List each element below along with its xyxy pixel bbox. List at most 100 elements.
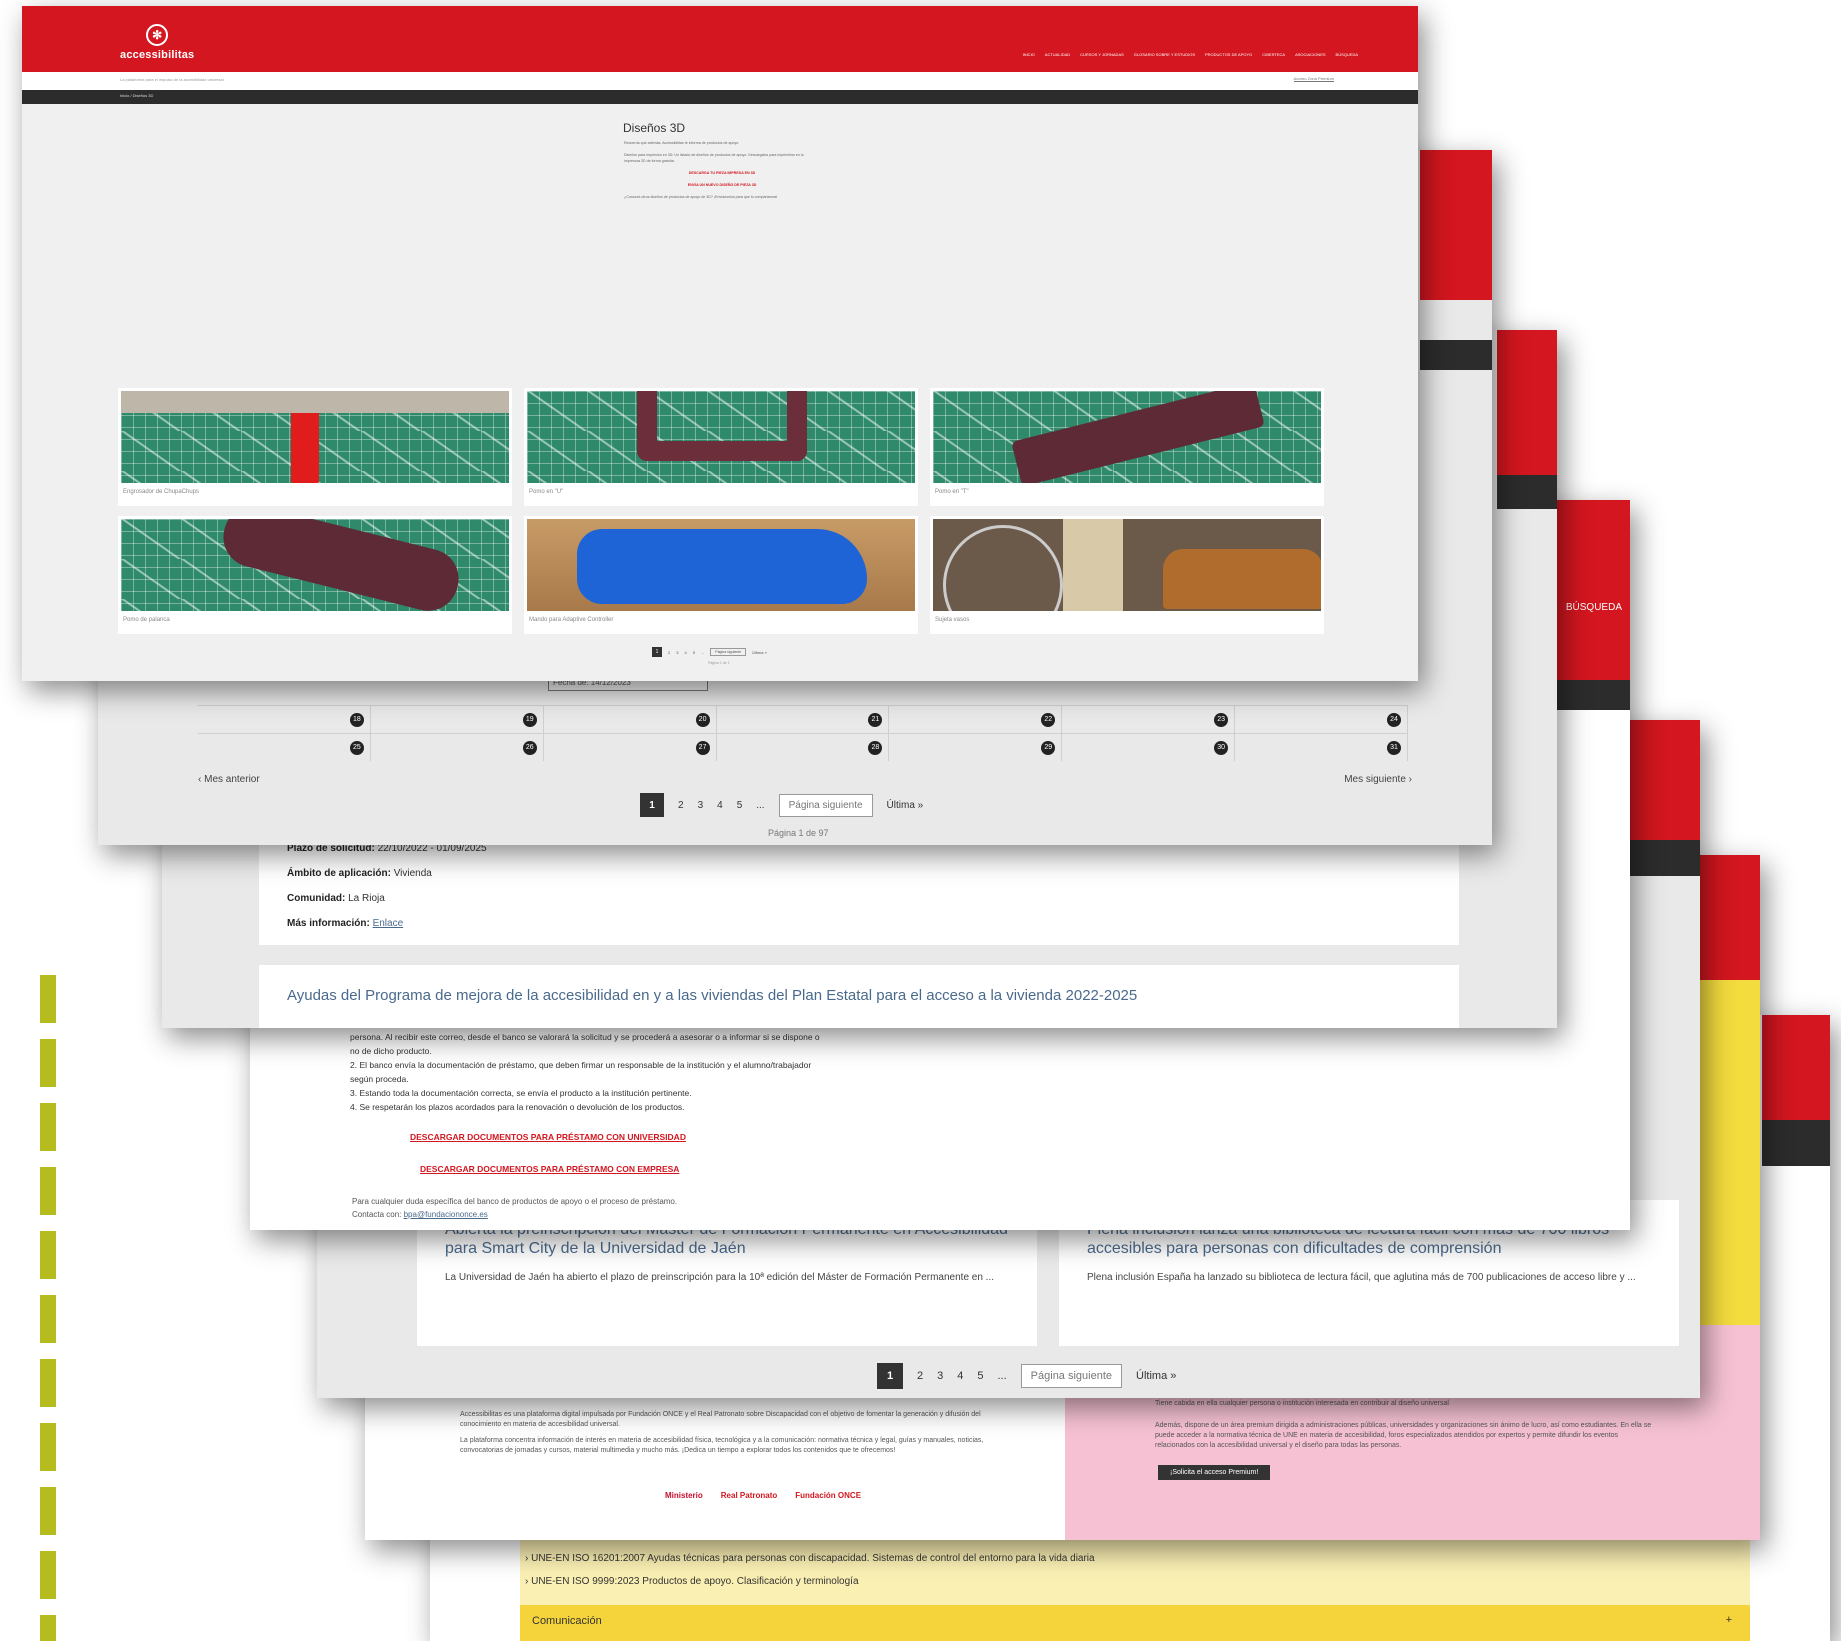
page-link[interactable]: 3 xyxy=(676,650,678,655)
nav-item[interactable]: Glosario sobre y estudios xyxy=(1134,52,1195,57)
premium-request-button[interactable]: ¡Solicita el acceso Premium! xyxy=(1158,1465,1271,1480)
nav-item[interactable]: Cursos y jornadas xyxy=(1080,52,1124,57)
page-link[interactable]: 5 xyxy=(693,650,695,655)
norm-item[interactable]: › UNE-EN ISO 16201:2007 Ayudas técnicas … xyxy=(525,1553,1095,1564)
search-link[interactable]: BÚSQUEDA xyxy=(1566,602,1622,613)
product-card[interactable]: Mando para Adaptive Controller xyxy=(524,516,918,634)
product-caption: Pomo de palanca xyxy=(123,617,170,623)
day-number[interactable]: 30 xyxy=(1214,740,1229,755)
product-photo xyxy=(933,391,1321,483)
page-link[interactable]: 5 xyxy=(977,1370,983,1382)
page-link[interactable]: 4 xyxy=(684,650,686,655)
nav-item-active[interactable]: Productos de apoyo xyxy=(1205,52,1252,57)
nav-item[interactable]: Búsqueda xyxy=(1336,52,1358,57)
page-link[interactable]: 4 xyxy=(957,1370,963,1382)
previous-month-link[interactable]: ‹ Mes anterior xyxy=(198,774,260,785)
contact-label: Contacta con: xyxy=(352,1210,402,1219)
last-page-link[interactable]: Última » xyxy=(752,650,767,655)
page-ellipsis: ... xyxy=(756,799,765,811)
next-month-link[interactable]: Mes siguiente › xyxy=(1344,774,1412,785)
logo-real-patronato: Real Patronato xyxy=(720,1490,778,1500)
page-link[interactable]: 2 xyxy=(668,650,670,655)
product-card[interactable]: Pomo de palanca xyxy=(118,516,512,634)
field-label: Ámbito de aplicación: xyxy=(287,868,391,879)
pagination: 1 2 3 4 5 ... Página siguiente Última » xyxy=(652,647,767,657)
next-page-button[interactable]: Página siguiente xyxy=(778,793,873,817)
site-header xyxy=(22,6,1418,72)
intro-paragraph: Recuerda que además, Accessibilitas te i… xyxy=(624,141,740,145)
day-number[interactable]: 20 xyxy=(695,712,710,727)
page-link[interactable]: 2 xyxy=(917,1370,923,1382)
about-paragraph: La plataforma concentra información de i… xyxy=(460,1437,984,1454)
next-page-button[interactable]: Página siguiente xyxy=(710,648,747,656)
logo-fundacion-once: Fundación ONCE xyxy=(795,1490,862,1500)
product-card[interactable]: Pomo en "U" xyxy=(524,388,918,506)
page-link[interactable]: 2 xyxy=(678,800,684,811)
day-number[interactable]: 24 xyxy=(1387,712,1402,727)
field-value: La Rioja xyxy=(348,893,385,904)
partner-logos: Ministerio Real Patronato Fundación ONCE xyxy=(665,1485,945,1505)
grant-title[interactable]: Ayudas del Programa de mejora de la acce… xyxy=(287,987,1431,1004)
page-link[interactable]: 4 xyxy=(717,800,723,811)
nav-item[interactable]: Inicio xyxy=(1023,52,1035,57)
tagline: La plataforma para el impulso de la acce… xyxy=(120,77,224,82)
day-number[interactable]: 18 xyxy=(349,712,364,727)
product-card[interactable]: Sujeta vasos xyxy=(930,516,1324,634)
main-nav: Inicio Actualidad Cursos y jornadas Glos… xyxy=(1023,52,1358,57)
contact-line: Para cualquier duda específica del banco… xyxy=(352,1197,678,1206)
accordion-comunicacion[interactable]: Comunicación + xyxy=(520,1605,1750,1641)
page-current[interactable]: 1 xyxy=(877,1363,903,1389)
page-link[interactable]: 3 xyxy=(698,800,704,811)
download-university-link[interactable]: DESCARGAR DOCUMENTOS PARA PRÉSTAMO CON U… xyxy=(410,1132,686,1142)
site-logo[interactable]: ✻ accessibilitas xyxy=(120,24,194,61)
day-number[interactable]: 23 xyxy=(1214,712,1229,727)
pagination: 1 2 3 4 5 ... Página siguiente Última » xyxy=(640,793,923,817)
day-number[interactable]: 21 xyxy=(868,712,883,727)
product-card[interactable]: Pomo en "T" xyxy=(930,388,1324,506)
day-number[interactable]: 28 xyxy=(868,740,883,755)
calendar-grid: 18 19 20 21 22 23 24 25 26 27 28 29 30 3… xyxy=(198,705,1409,785)
product-caption: Pomo en "T" xyxy=(935,489,969,495)
product-caption: Engrosador de ChupaChups xyxy=(123,489,200,495)
next-page-button[interactable]: Página siguiente xyxy=(1020,1364,1123,1388)
page-info: Página 1 de 1 xyxy=(708,661,730,665)
product-photo xyxy=(527,519,915,611)
nav-item[interactable]: Actualidad xyxy=(1045,52,1070,57)
expand-icon[interactable]: + xyxy=(1726,1614,1732,1626)
download-3d-link[interactable]: DESCARGA TU PIEZA IMPRESA EN 3D xyxy=(624,170,820,176)
day-number[interactable]: 31 xyxy=(1387,740,1402,755)
download-company-link[interactable]: DESCARGAR DOCUMENTOS PARA PRÉSTAMO CON E… xyxy=(420,1164,679,1174)
day-number[interactable]: 29 xyxy=(1041,740,1056,755)
nav-item[interactable]: Ciberteca xyxy=(1262,52,1285,57)
page-current[interactable]: 1 xyxy=(652,647,662,657)
day-number[interactable]: 27 xyxy=(695,740,710,755)
last-page-link[interactable]: Última » xyxy=(887,800,924,811)
nav-item[interactable]: Asociaciones xyxy=(1295,52,1325,57)
more-info-link[interactable]: Enlace xyxy=(373,918,404,929)
last-page-link[interactable]: Última » xyxy=(1136,1370,1176,1382)
day-number[interactable]: 25 xyxy=(349,740,364,755)
product-card[interactable]: Engrosador de ChupaChups xyxy=(118,388,512,506)
breadcrumb-bar: Inicio / Diseños 3D xyxy=(22,90,1418,104)
submit-3d-link[interactable]: ENVÍA UN NUEVO DISEÑO DE PIEZA 3D xyxy=(624,182,820,188)
day-number[interactable]: 22 xyxy=(1041,712,1056,727)
about-paragraph: Accessibilitas es una plataforma digital… xyxy=(460,1411,981,1428)
breadcrumb[interactable]: Inicio / Diseños 3D xyxy=(120,93,153,98)
field-label: Comunidad: xyxy=(287,893,346,904)
premium-login-link[interactable]: Acceso Zona Premium xyxy=(1293,76,1334,82)
contact-email-link[interactable]: bpa@fundaciononce.es xyxy=(404,1210,488,1219)
day-number[interactable]: 26 xyxy=(522,740,537,755)
premium-text: Además, dispone de un área premium dirig… xyxy=(1155,1422,1652,1449)
product-photo xyxy=(121,519,509,611)
page-current[interactable]: 1 xyxy=(640,793,664,817)
grant-field: Más información: Enlace xyxy=(287,918,403,929)
day-number[interactable]: 19 xyxy=(522,712,537,727)
pagination: 1 2 3 4 5 ... Página siguiente Última » xyxy=(877,1363,1176,1389)
product-caption: Mando para Adaptive Controller xyxy=(529,617,614,623)
page-link[interactable]: 5 xyxy=(737,800,743,811)
grant-card[interactable]: Ayudas del Programa de mejora de la acce… xyxy=(259,965,1459,1028)
premium-title: Tiene cabida en ella cualquier persona o… xyxy=(1155,1400,1449,1407)
page-link[interactable]: 3 xyxy=(937,1370,943,1382)
norm-item[interactable]: › UNE-EN ISO 9999:2023 Productos de apoy… xyxy=(525,1576,859,1587)
accordion-label: Comunicación xyxy=(532,1615,602,1627)
